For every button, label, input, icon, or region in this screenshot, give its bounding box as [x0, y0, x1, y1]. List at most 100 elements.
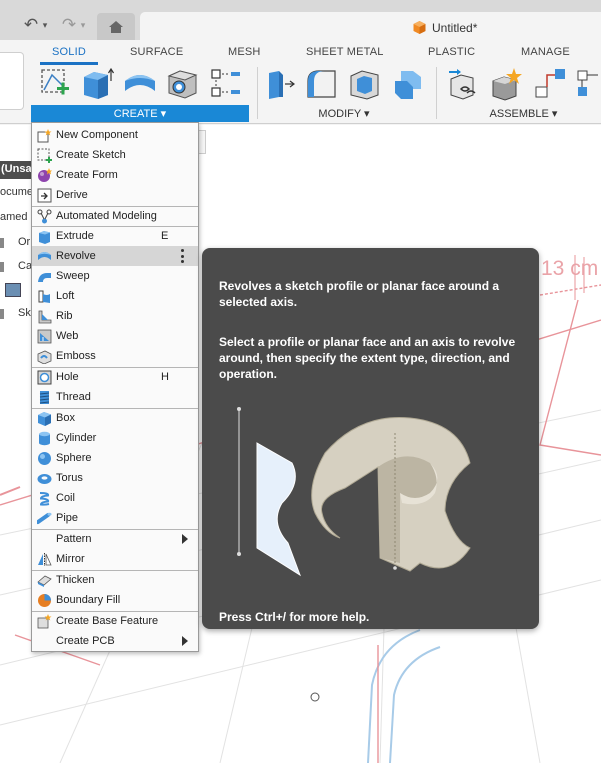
menu-item-sphere[interactable]: Sphere	[32, 448, 198, 468]
thicken-icon	[37, 575, 52, 587]
document-title-text: Untitled*	[432, 20, 478, 35]
ribbon-separator	[257, 67, 258, 119]
create-sketch-tool-icon[interactable]	[38, 67, 72, 101]
menu-item-new-component[interactable]: New Component	[32, 125, 198, 145]
extrude-icon	[39, 231, 50, 244]
new-component-icon	[37, 129, 52, 143]
tab-plastic[interactable]: PLASTIC	[428, 46, 475, 58]
toolbar-ribbon: SOLID SURFACE MESH SHEET METAL PLASTIC M…	[0, 40, 601, 124]
browser-item-named-views[interactable]: amed	[0, 211, 34, 230]
redo-icon[interactable]: ↷	[60, 14, 78, 36]
motion-link-tool-icon[interactable]	[574, 67, 601, 101]
menu-item-cylinder[interactable]: Cylinder	[32, 428, 198, 448]
home-tab[interactable]	[97, 13, 135, 40]
revolve-tooltip: Revolves a sketch profile or planar face…	[202, 248, 539, 629]
pattern-tool-icon[interactable]	[209, 67, 243, 101]
derive-icon	[37, 188, 52, 203]
mirror-icon	[38, 553, 52, 566]
browser-item-image-icon[interactable]	[5, 283, 21, 297]
title-bar: ↶ ▾ ↷ ▾ Untitled*	[0, 0, 601, 40]
menu-item-pattern[interactable]: Pattern	[32, 529, 198, 549]
shell-tool-icon[interactable]	[348, 67, 382, 101]
browser-item-sketches[interactable]: Sk	[0, 307, 34, 326]
hole-icon	[37, 370, 52, 385]
menu-item-web[interactable]: Web	[32, 326, 198, 346]
menu-item-loft[interactable]: Loft	[32, 286, 198, 306]
menu-item-mirror[interactable]: Mirror	[32, 549, 198, 569]
active-tab-indicator	[40, 62, 98, 65]
submenu-arrow-icon	[182, 534, 188, 544]
sweep-icon	[38, 273, 51, 282]
pipe-icon	[37, 512, 52, 524]
hole-tool-icon[interactable]	[166, 67, 200, 101]
rib-icon	[38, 310, 52, 324]
automated-modeling-icon	[37, 209, 52, 224]
menu-item-box[interactable]: Box	[32, 408, 198, 428]
torus-icon	[37, 474, 52, 484]
menu-item-boundary-fill[interactable]: Boundary Fill	[32, 590, 198, 610]
ribbon-separator	[436, 67, 437, 119]
menu-item-sweep[interactable]: Sweep	[32, 266, 198, 286]
combine-tool-icon[interactable]	[391, 67, 425, 101]
extrude-tool-icon[interactable]	[80, 67, 114, 101]
menu-item-create-sketch[interactable]: Create Sketch	[32, 145, 198, 165]
shortcut-hole: H	[161, 371, 169, 383]
menu-item-thread[interactable]: Thread	[32, 387, 198, 407]
tab-surface[interactable]: SURFACE	[130, 46, 183, 58]
document-tab[interactable]	[140, 12, 601, 40]
new-component-tool-icon[interactable]	[447, 67, 481, 101]
tooltip-instructions: Select a profile or planar face and an a…	[219, 335, 516, 381]
create-group-button[interactable]: CREATE ▾	[31, 105, 249, 122]
revolve-icon	[38, 252, 51, 260]
press-pull-tool-icon[interactable]	[263, 67, 297, 101]
tab-mesh[interactable]: MESH	[228, 46, 261, 58]
data-panel-toggle[interactable]	[0, 52, 24, 110]
browser-item-canvases[interactable]: Ca	[0, 260, 34, 279]
menu-item-automated-modeling[interactable]: Automated Modeling	[32, 206, 198, 226]
box-icon	[38, 412, 51, 426]
tab-solid[interactable]: SOLID	[52, 46, 86, 58]
menu-item-extrude[interactable]: Extrude E	[32, 226, 198, 246]
revolve-tool-icon[interactable]	[123, 67, 157, 101]
menu-item-create-form[interactable]: Create Form	[32, 165, 198, 185]
browser-expand-icon[interactable]	[0, 238, 4, 248]
menu-item-emboss[interactable]: Emboss	[32, 346, 198, 366]
sphere-icon	[38, 452, 51, 465]
menu-item-torus[interactable]: Torus	[32, 468, 198, 488]
fillet-tool-icon[interactable]	[305, 67, 339, 101]
create-form-icon	[38, 168, 52, 182]
coil-icon	[39, 492, 50, 506]
tab-manage[interactable]: MANAGE	[521, 46, 570, 58]
document-cube-icon	[413, 21, 426, 34]
as-built-joint-tool-icon[interactable]	[533, 67, 567, 101]
thread-icon	[39, 391, 50, 404]
browser-expand-icon[interactable]	[0, 309, 4, 319]
menu-item-rib[interactable]: Rib	[32, 306, 198, 326]
loft-icon	[38, 290, 50, 303]
menu-item-create-base-feature[interactable]: Create Base Feature	[32, 611, 198, 631]
browser-item-origin[interactable]: Or	[0, 236, 34, 255]
browser-root-node[interactable]: (Unsa	[0, 161, 34, 179]
browser-expand-icon[interactable]	[0, 262, 4, 272]
menu-item-coil[interactable]: Coil	[32, 488, 198, 508]
create-dropdown-menu: New Component Create Sketch Create Form …	[31, 122, 199, 652]
menu-item-create-pcb[interactable]: Create PCB	[32, 631, 198, 651]
browser-item-document-settings[interactable]: ocume	[0, 186, 34, 205]
base-feature-icon	[37, 614, 52, 629]
menu-item-hole[interactable]: Hole H	[32, 367, 198, 387]
dimension-label: 13 cm	[541, 257, 599, 280]
joint-tool-icon[interactable]	[490, 67, 524, 101]
tab-sheet-metal[interactable]: SHEET METAL	[306, 46, 384, 58]
redo-dropdown-icon[interactable]: ▾	[78, 14, 88, 36]
menu-item-derive[interactable]: Derive	[32, 185, 198, 205]
modify-group-button[interactable]: MODIFY ▾	[262, 105, 426, 122]
shortcut-extrude: E	[161, 230, 169, 242]
menu-item-pipe[interactable]: Pipe	[32, 508, 198, 528]
menu-item-revolve[interactable]: Revolve	[32, 246, 198, 266]
undo-icon[interactable]: ↶	[22, 14, 40, 36]
menu-item-thicken[interactable]: Thicken	[32, 570, 198, 590]
undo-dropdown-icon[interactable]: ▾	[40, 14, 50, 36]
assemble-group-button[interactable]: ASSEMBLE ▾	[446, 105, 601, 122]
submenu-arrow-icon	[182, 636, 188, 646]
more-options-icon[interactable]	[180, 249, 184, 263]
